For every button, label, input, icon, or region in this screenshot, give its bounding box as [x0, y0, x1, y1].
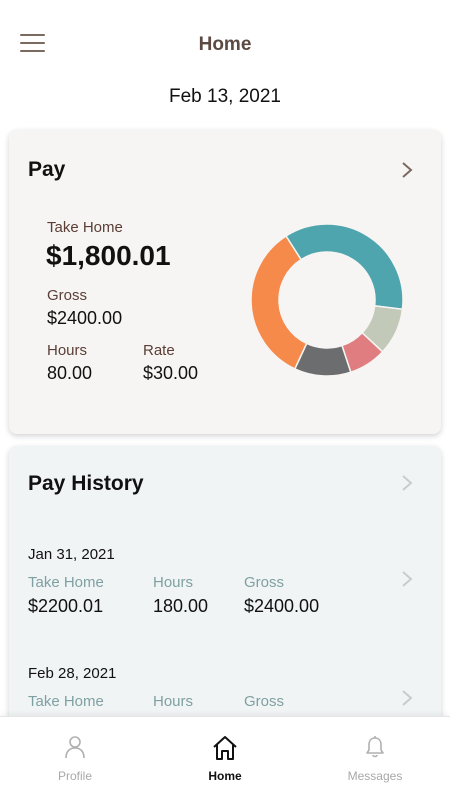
gross-value: $2400.00: [47, 308, 123, 328]
take-home-label: Take Home: [47, 219, 123, 236]
tab-home-label: Home: [208, 769, 242, 783]
current-date: Feb 13, 2021: [169, 86, 281, 107]
pay-breakdown-donut-chart: [250, 223, 404, 377]
row-gross-value: $2400.00: [244, 596, 320, 616]
row-gross-label: Gross: [244, 693, 285, 710]
pay-card-title: Pay: [28, 158, 66, 181]
rate-label: Rate: [143, 342, 175, 359]
row-chevron-right-icon[interactable]: [399, 688, 415, 708]
bell-icon: [364, 735, 386, 764]
pay-history-row-date: Feb 28, 2021: [28, 665, 117, 682]
hours-label: Hours: [47, 342, 88, 359]
row-take-home-value: $2200.01: [28, 596, 104, 616]
tab-messages[interactable]: Messages: [300, 717, 450, 800]
tab-home[interactable]: Home: [150, 717, 300, 800]
row-hours-label: Hours: [153, 693, 194, 710]
donut-segment: [285, 223, 404, 311]
pay-history-chevron-right-icon[interactable]: [399, 473, 415, 493]
row-take-home-label: Take Home: [28, 574, 104, 591]
row-take-home-label: Take Home: [28, 693, 104, 710]
rate-value: $30.00: [143, 363, 199, 383]
page-title: Home: [198, 34, 252, 55]
row-chevron-right-icon[interactable]: [399, 569, 415, 589]
pay-history-title: Pay History: [28, 472, 144, 495]
home-icon: [211, 735, 239, 766]
app-screen: Home Feb 13, 2021 Pay Take Home $1,800.0…: [0, 0, 450, 800]
top-header: Home: [0, 0, 450, 90]
bottom-tab-bar: Profile Home Messages: [0, 716, 450, 800]
take-home-value: $1,800.01: [46, 240, 171, 271]
row-hours-label: Hours: [153, 574, 194, 591]
person-icon: [64, 735, 86, 764]
pay-history-row-date: Jan 31, 2021: [28, 546, 115, 563]
row-gross-label: Gross: [244, 574, 285, 591]
pay-history-row[interactable]: Jan 31, 2021 Take Home $2200.01 Hours 18…: [9, 546, 441, 656]
tab-messages-label: Messages: [347, 769, 403, 783]
pay-chevron-right-icon[interactable]: [399, 160, 415, 180]
pay-card[interactable]: Pay Take Home $1,800.01 Gross $2400.00 H…: [9, 130, 441, 434]
tab-profile-label: Profile: [57, 769, 92, 783]
tab-profile[interactable]: Profile: [0, 717, 150, 800]
row-hours-value: 180.00: [153, 596, 209, 616]
gross-label: Gross: [47, 287, 88, 304]
hours-value: 80.00: [47, 363, 93, 383]
